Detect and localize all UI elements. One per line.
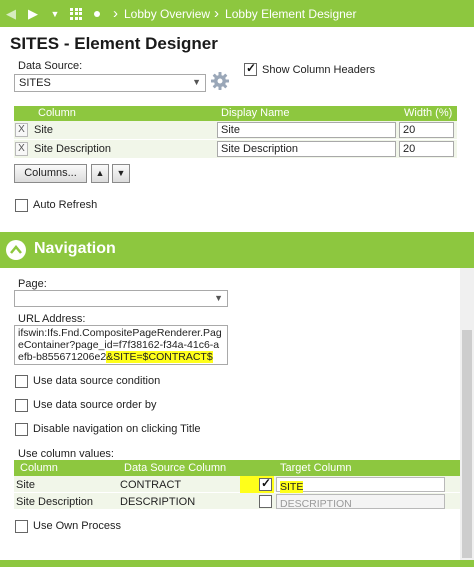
- url-address-input[interactable]: ifswin:Ifs.Fnd.CompositePageRenderer.Pag…: [14, 325, 228, 365]
- table-row: X Site Description Site Description 20: [14, 140, 457, 159]
- row-data-source-column: DESCRIPTION: [120, 496, 196, 508]
- chevron-down-icon: ▼: [214, 293, 223, 303]
- collapse-chevron-icon[interactable]: [6, 240, 26, 260]
- breadcrumb-lobby-element-designer[interactable]: Lobby Element Designer: [225, 7, 356, 21]
- chevron-down-icon: ▼: [192, 77, 201, 87]
- auto-refresh-checkbox[interactable]: [15, 199, 28, 212]
- columns-button[interactable]: Columns...: [14, 164, 87, 183]
- use-column-values-label: Use column values:: [18, 448, 114, 460]
- display-name-input[interactable]: Site Description: [217, 141, 396, 157]
- row-column-name: Site: [34, 124, 53, 136]
- columns-table-header: Column Display Name Width (%): [14, 106, 457, 121]
- column-values-table: Column Data Source Column Target Column …: [14, 460, 460, 510]
- back-arrow-icon[interactable]: ◀: [0, 0, 22, 27]
- header-display-name: Display Name: [221, 107, 290, 119]
- chevron-right-icon: ›: [113, 5, 118, 22]
- use-data-source-order-by-label: Use data source order by: [33, 399, 157, 411]
- disable-navigation-checkbox[interactable]: [15, 423, 28, 436]
- target-column-input[interactable]: SITE: [276, 477, 445, 493]
- display-name-input[interactable]: Site: [217, 122, 396, 138]
- app-grid-icon[interactable]: [70, 7, 82, 20]
- table-row: X Site Site 20: [14, 121, 457, 140]
- chevron-right-icon: ›: [214, 5, 220, 22]
- page-label: Page:: [18, 278, 47, 290]
- forward-arrow-icon[interactable]: ▶: [22, 0, 44, 27]
- data-source-select[interactable]: SITES ▼: [14, 74, 206, 92]
- use-own-process-checkbox[interactable]: [15, 520, 28, 533]
- show-column-headers-checkbox[interactable]: [244, 61, 257, 76]
- width-input[interactable]: 20: [399, 122, 454, 138]
- header-data-source-column: Data Source Column: [124, 462, 227, 474]
- table-row: Site CONTRACT SITE: [14, 476, 460, 493]
- show-column-headers-label: Show Column Headers: [262, 64, 376, 76]
- dropdown-icon[interactable]: ▼: [44, 0, 66, 27]
- row-column-name: Site Description: [16, 496, 94, 508]
- column-values-header: Column Data Source Column Target Column: [14, 460, 460, 476]
- target-column-value: DESCRIPTION: [280, 498, 352, 510]
- home-dot-icon[interactable]: [94, 10, 100, 17]
- data-source-label: Data Source:: [18, 60, 83, 72]
- header-width: Width (%): [404, 107, 453, 119]
- move-up-button[interactable]: ▲: [91, 164, 109, 183]
- use-data-source-order-by-checkbox[interactable]: [15, 399, 28, 412]
- target-column-value: SITE: [280, 481, 304, 493]
- navigation-section-header[interactable]: Navigation: [0, 232, 474, 268]
- row-column-name: Site Description: [34, 143, 112, 155]
- move-down-button[interactable]: ▼: [112, 164, 130, 183]
- width-input[interactable]: 20: [399, 141, 454, 157]
- header-target-column: Target Column: [280, 462, 352, 474]
- header-column: Column: [38, 107, 76, 119]
- row-column-name: Site: [16, 479, 35, 491]
- page-select[interactable]: ▼: [14, 290, 228, 307]
- bottom-section-bar: [0, 560, 474, 567]
- row-data-source-column: CONTRACT: [120, 479, 182, 491]
- table-row: Site Description DESCRIPTION DESCRIPTION: [14, 493, 460, 510]
- target-checkbox[interactable]: [259, 476, 272, 491]
- remove-row-button[interactable]: X: [15, 142, 28, 156]
- header-column: Column: [20, 462, 58, 474]
- use-data-source-condition-label: Use data source condition: [33, 375, 161, 387]
- remove-row-button[interactable]: X: [15, 123, 28, 137]
- vertical-scrollbar[interactable]: [460, 268, 474, 560]
- data-source-value: SITES: [19, 77, 51, 89]
- top-nav-bar: ◀ ▶ ▼ › Lobby Overview › Lobby Element D…: [0, 0, 474, 27]
- columns-table: Column Display Name Width (%) X Site Sit…: [14, 106, 457, 159]
- navigation-title: Navigation: [34, 240, 116, 257]
- url-address-label: URL Address:: [18, 313, 86, 325]
- url-highlight-text: &SITE=$CONTRACT$: [106, 351, 213, 363]
- disable-navigation-label: Disable navigation on clicking Title: [33, 423, 201, 435]
- use-data-source-condition-checkbox[interactable]: [15, 375, 28, 388]
- auto-refresh-label: Auto Refresh: [33, 199, 98, 211]
- page-title: SITES - Element Designer: [10, 34, 218, 53]
- breadcrumb-lobby-overview[interactable]: Lobby Overview: [124, 7, 210, 21]
- gear-icon[interactable]: [210, 71, 230, 91]
- use-own-process-label: Use Own Process: [33, 520, 122, 532]
- target-column-input[interactable]: DESCRIPTION: [276, 494, 445, 510]
- scrollbar-thumb[interactable]: [462, 330, 472, 558]
- target-checkbox[interactable]: [259, 495, 272, 508]
